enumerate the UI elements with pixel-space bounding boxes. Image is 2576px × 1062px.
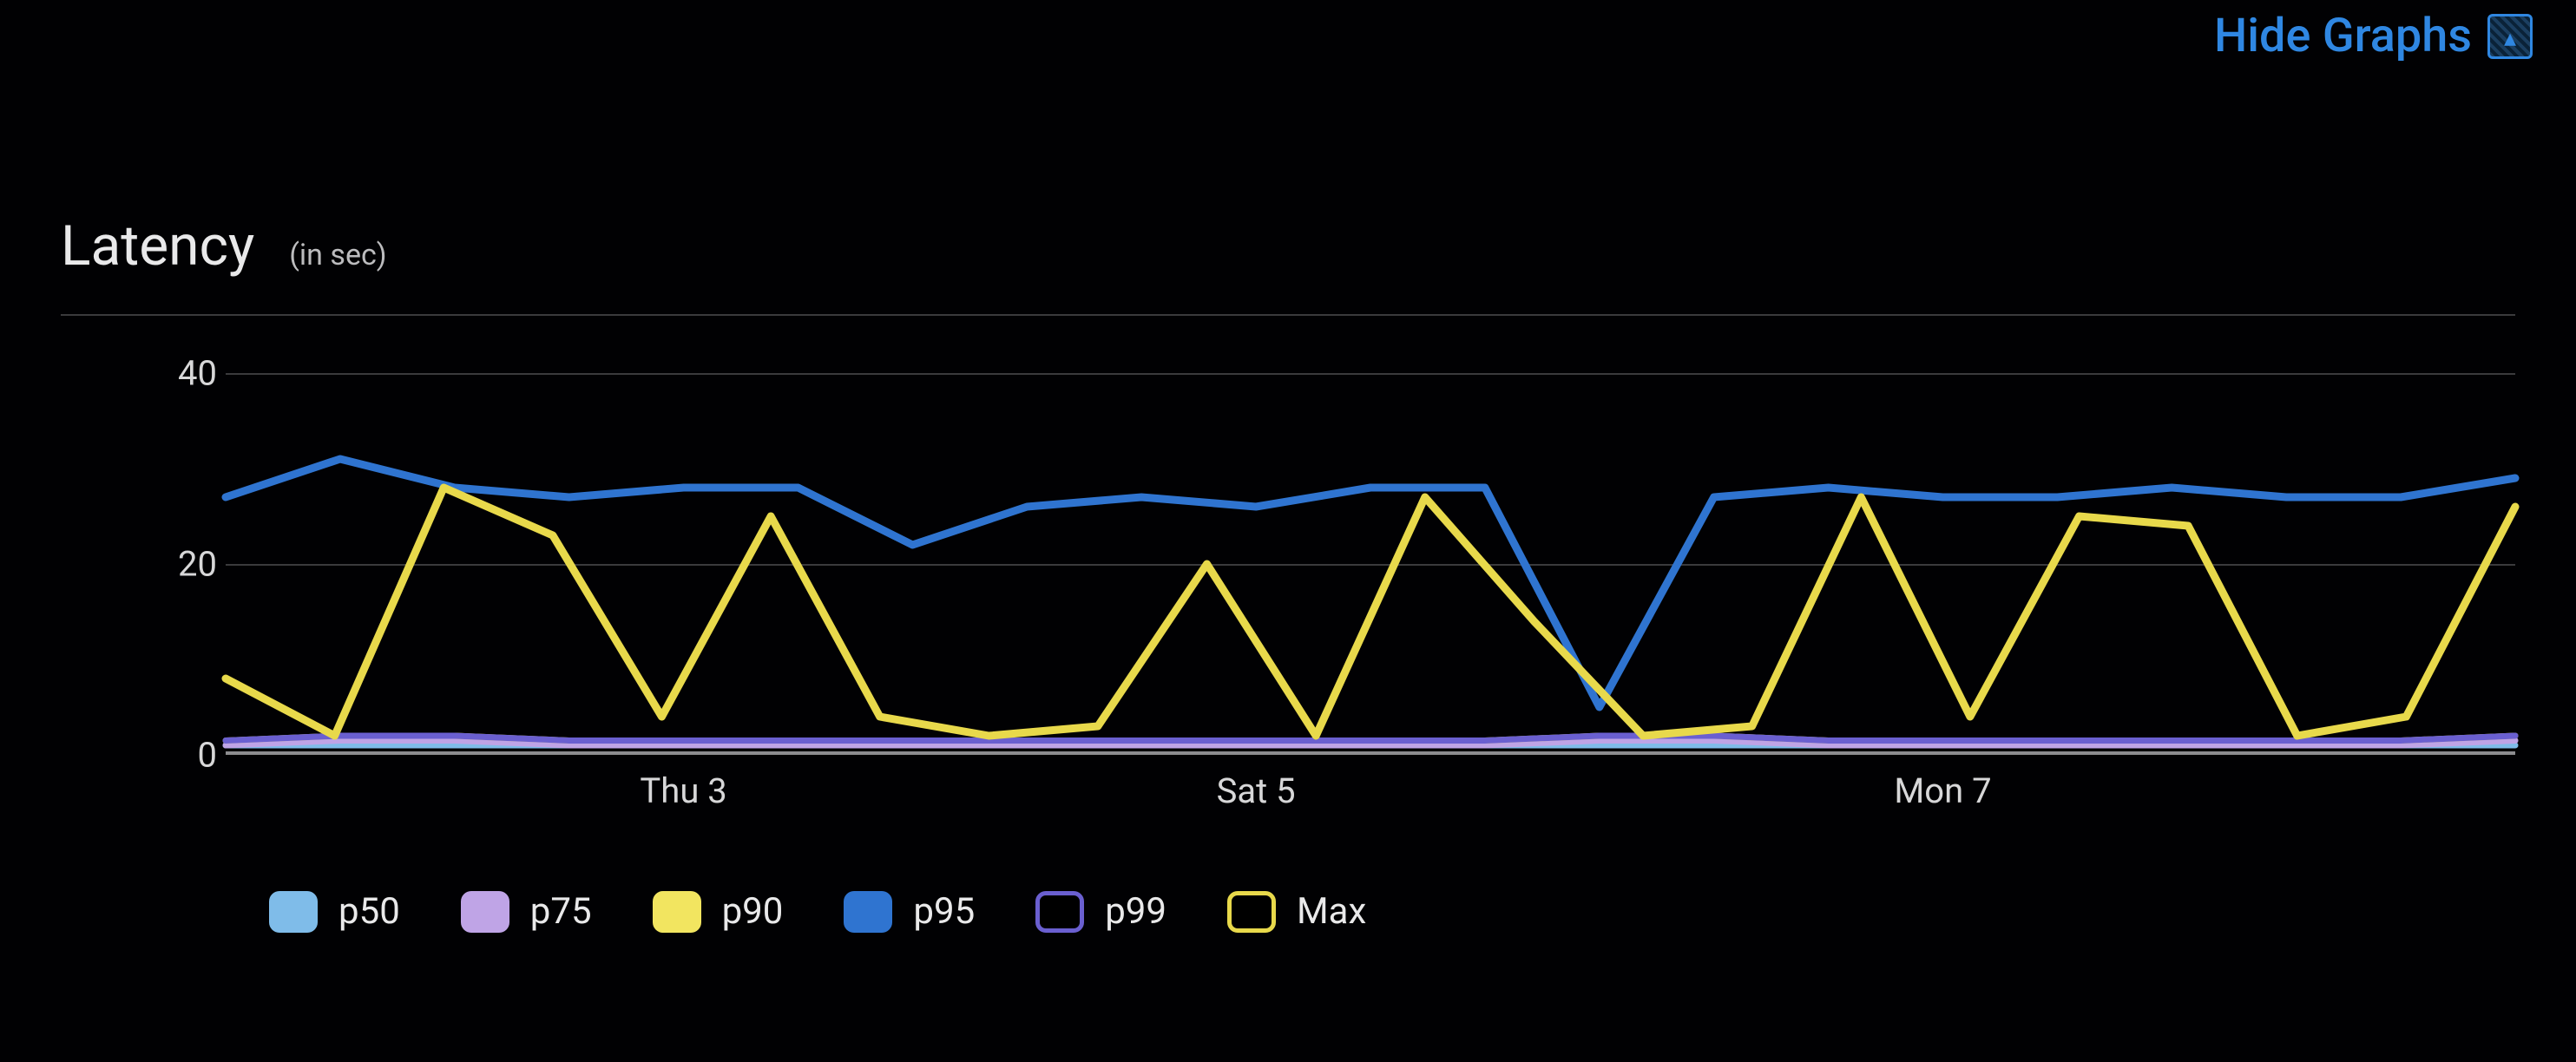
- legend-label-p75: p75: [530, 890, 592, 933]
- legend-label-max: Max: [1297, 890, 1366, 933]
- swatch-max: [1227, 891, 1276, 933]
- collapse-icon: ▴: [2487, 14, 2533, 59]
- legend-max[interactable]: Max: [1227, 890, 1366, 933]
- swatch-p75: [461, 891, 509, 933]
- swatch-p50: [269, 891, 318, 933]
- hide-graphs-label: Hide Graphs: [2214, 9, 2472, 63]
- legend-p99[interactable]: p99: [1035, 890, 1166, 933]
- chart-unit: (in sec): [289, 238, 386, 272]
- legend-p50[interactable]: p50: [269, 890, 400, 933]
- chart-legend: p50 p75 p90 p95 p99 Max: [269, 890, 1366, 933]
- y-tick-40: 40: [139, 353, 217, 394]
- latency-panel: Hide Graphs ▴ Latency (in sec) 40 20 0 T…: [0, 0, 2576, 1062]
- legend-label-p50: p50: [338, 890, 400, 933]
- hide-graphs-toggle[interactable]: Hide Graphs ▴: [2214, 9, 2533, 63]
- x-tick-mon: Mon 7: [1894, 770, 1991, 811]
- legend-label-p90: p90: [722, 890, 784, 933]
- legend-label-p99: p99: [1105, 890, 1166, 933]
- chart-header: Latency (in sec): [61, 213, 387, 279]
- x-tick-sat: Sat 5: [1217, 770, 1296, 811]
- legend-p75[interactable]: p75: [461, 890, 592, 933]
- swatch-p95: [844, 891, 892, 933]
- chart-header-divider: [61, 314, 2515, 316]
- y-tick-0: 0: [139, 735, 217, 776]
- legend-label-p95: p95: [913, 890, 975, 933]
- chart-title: Latency: [61, 213, 254, 279]
- swatch-p90: [653, 891, 701, 933]
- plot-area: Thu 3 Sat 5 Mon 7: [226, 373, 2515, 755]
- chart-lines: [226, 373, 2515, 755]
- legend-p90[interactable]: p90: [653, 890, 784, 933]
- latency-chart: 40 20 0 Thu 3 Sat 5 Mon 7: [122, 373, 2515, 755]
- legend-p95[interactable]: p95: [844, 890, 975, 933]
- swatch-p99: [1035, 891, 1084, 933]
- y-tick-20: 20: [139, 544, 217, 585]
- x-tick-thu: Thu 3: [640, 770, 726, 811]
